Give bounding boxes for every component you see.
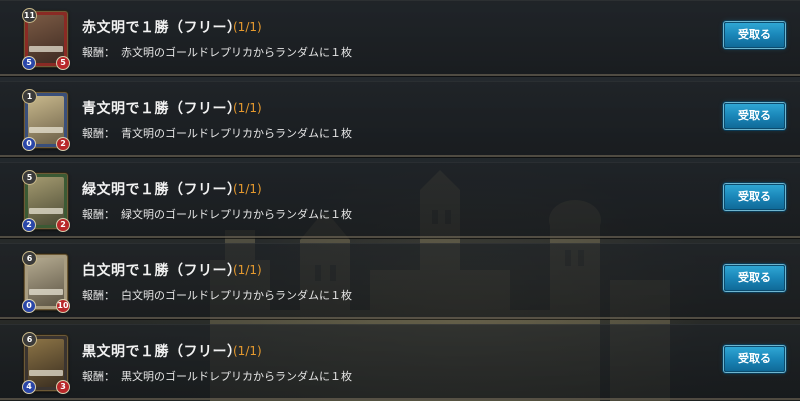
card-name-bar [29,208,63,214]
card-art [28,339,64,387]
row-divider [0,157,800,158]
card-name-bar [29,289,63,295]
reward-text: 青文明のゴールドレプリカからランダムに１枚 [121,127,352,140]
reward-label: 報酬： [82,289,115,302]
reward-text: 緑文明のゴールドレプリカからランダムに１枚 [121,208,352,221]
mission-row-black: 6 4 3 黒文明で１勝（フリー） (1/1) 報酬： 黒文明のゴールドレプリカか… [0,324,800,400]
mission-reward: 報酬： 赤文明のゴールドレプリカからランダムに１枚 [82,44,352,60]
reward-text: 白文明のゴールドレプリカからランダムに１枚 [121,289,352,302]
card-thumbnail-blue: 1 0 2 [22,89,70,151]
card-hp: 10 [56,299,70,313]
mission-title: 青文明で１勝（フリー） [82,101,242,117]
card-hp: 2 [56,218,70,232]
card-hp: 3 [56,380,70,394]
mission-reward: 報酬： 緑文明のゴールドレプリカからランダムに１枚 [82,206,352,222]
card-attack: 4 [22,380,36,394]
card-art [28,258,64,306]
receive-button[interactable]: 受取る [724,184,785,210]
row-divider [0,238,800,239]
receive-button[interactable]: 受取る [724,22,785,48]
receive-button[interactable]: 受取る [724,265,785,291]
card-cost: 11 [22,8,37,23]
card-thumbnail-green: 5 2 2 [22,170,70,232]
card-attack: 2 [22,218,36,232]
card-name-bar [29,127,63,133]
mission-title: 赤文明で１勝（フリー） [82,20,242,36]
reward-text: 黒文明のゴールドレプリカからランダムに１枚 [121,370,352,383]
mission-row-green: 5 2 2 緑文明で１勝（フリー） (1/1) 報酬： 緑文明のゴールドレプリカか… [0,162,800,239]
card-name-bar [29,46,63,52]
mission-reward: 報酬： 青文明のゴールドレプリカからランダムに１枚 [82,125,352,141]
card-art [28,15,64,63]
card-attack: 0 [22,137,36,151]
card-cost: 5 [22,170,37,185]
card-attack: 5 [22,56,36,70]
card-cost: 1 [22,89,37,104]
receive-button[interactable]: 受取る [724,103,785,129]
mission-progress: (1/1) [233,263,262,277]
row-divider [0,319,800,320]
reward-label: 報酬： [82,46,115,59]
mission-title: 緑文明で１勝（フリー） [82,182,242,198]
mission-title: 黒文明で１勝（フリー） [82,344,242,360]
mission-reward: 報酬： 黒文明のゴールドレプリカからランダムに１枚 [82,368,352,384]
card-cost: 6 [22,332,37,347]
mission-progress: (1/1) [233,20,262,34]
mission-progress: (1/1) [233,182,262,196]
mission-progress: (1/1) [233,101,262,115]
mission-title: 白文明で１勝（フリー） [82,263,242,279]
card-name-bar [29,370,63,376]
card-hp: 5 [56,56,70,70]
card-art [28,177,64,225]
card-thumbnail-black: 6 4 3 [22,332,70,394]
mission-progress: (1/1) [233,344,262,358]
card-thumbnail-white: 6 0 10 [22,251,70,313]
mission-row-white: 6 0 10 白文明で１勝（フリー） (1/1) 報酬： 白文明のゴールドレプリカ… [0,243,800,320]
receive-button[interactable]: 受取る [724,346,785,372]
card-art [28,96,64,144]
mission-reward: 報酬： 白文明のゴールドレプリカからランダムに１枚 [82,287,352,303]
card-cost: 6 [22,251,37,266]
card-attack: 0 [22,299,36,313]
reward-label: 報酬： [82,370,115,383]
reward-label: 報酬： [82,127,115,140]
mission-row-red: 11 5 5 赤文明で１勝（フリー） (1/1) 報酬： 赤文明のゴールドレプリカ… [0,0,800,77]
card-hp: 2 [56,137,70,151]
mission-row-blue: 1 0 2 青文明で１勝（フリー） (1/1) 報酬： 青文明のゴールドレプリカか… [0,81,800,158]
reward-text: 赤文明のゴールドレプリカからランダムに１枚 [121,46,352,59]
reward-label: 報酬： [82,208,115,221]
card-thumbnail-red: 11 5 5 [22,8,70,70]
row-divider [0,76,800,77]
mission-list-screen: 11 5 5 赤文明で１勝（フリー） (1/1) 報酬： 赤文明のゴールドレプリカ… [0,0,800,401]
